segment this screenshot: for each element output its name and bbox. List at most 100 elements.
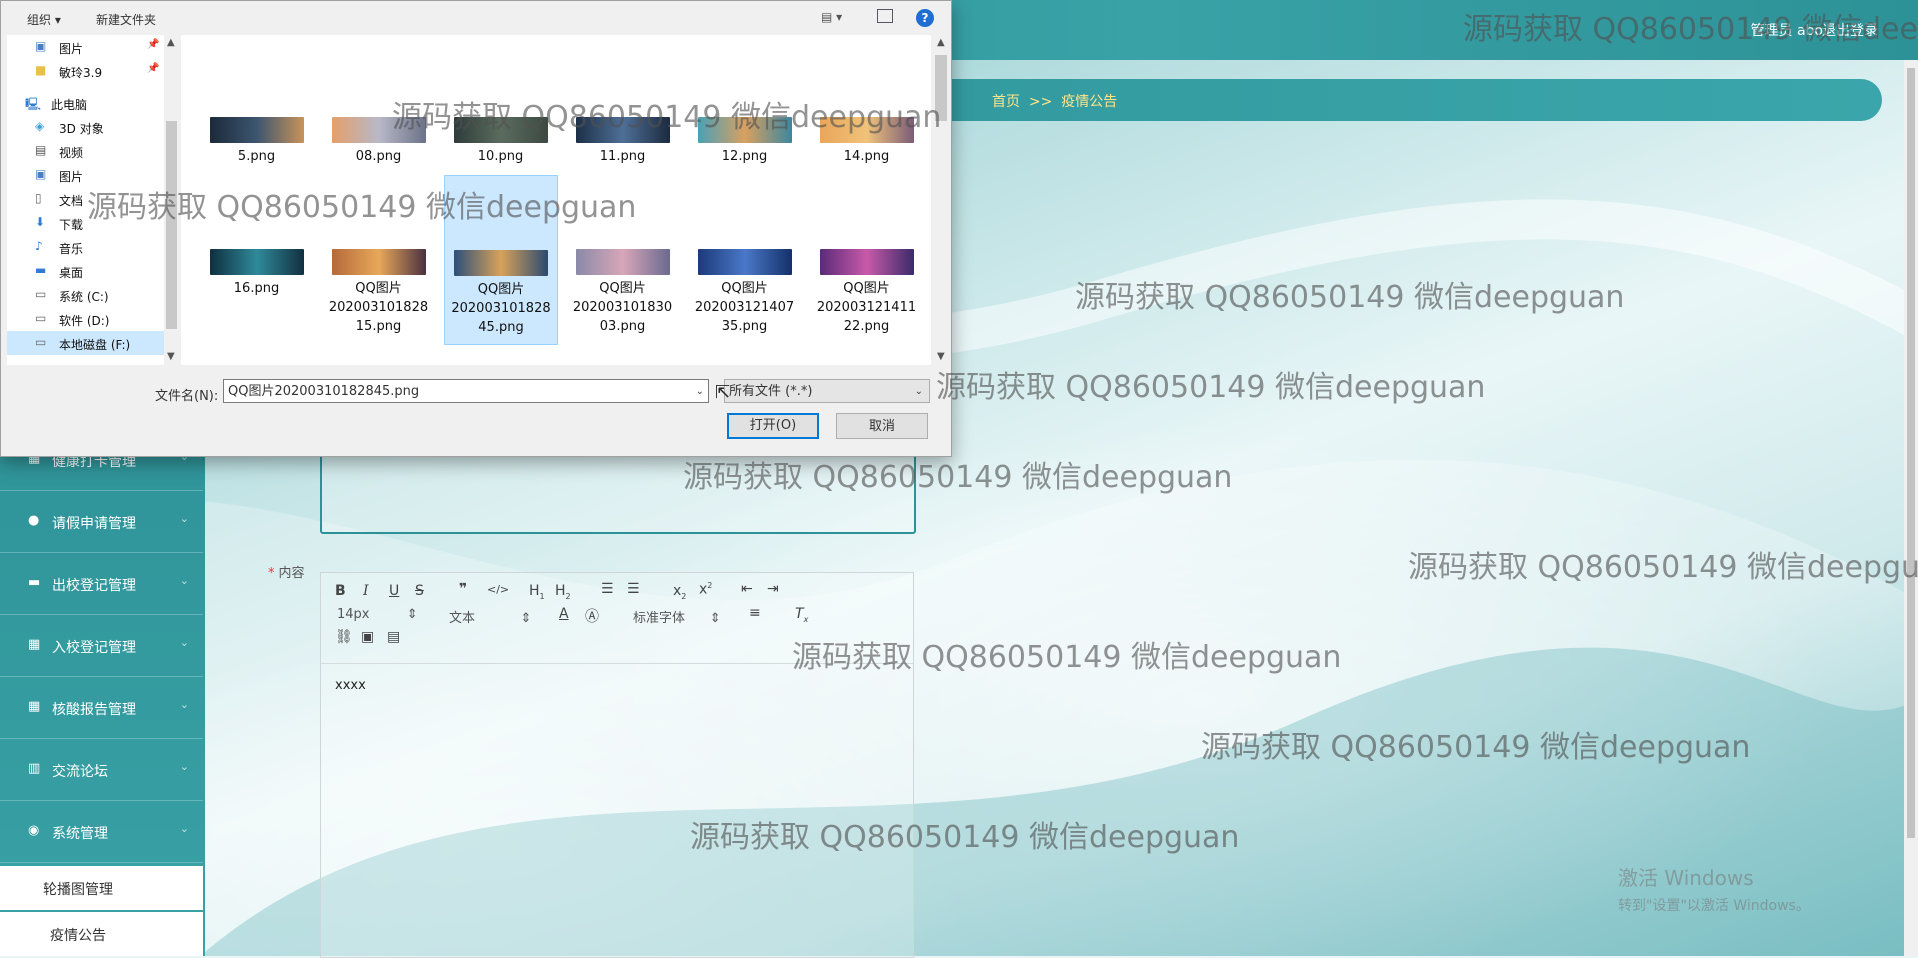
image-icon[interactable]: ▣	[361, 629, 374, 645]
outdent-icon[interactable]: ⇤	[741, 581, 753, 597]
indent-icon[interactable]: ⇥	[767, 581, 779, 597]
file-name: 11.png	[599, 149, 646, 164]
nav-item-drive-d[interactable]: ▭ 软件 (D:)	[7, 307, 167, 331]
link-icon[interactable]: ⛓	[335, 629, 353, 645]
file-thumbnail	[575, 249, 670, 275]
breadcrumb-home[interactable]: 首页	[992, 94, 1020, 110]
open-button[interactable]: 打开(O)	[727, 413, 819, 439]
breadcrumb-current: 疫情公告	[1061, 94, 1118, 110]
nav-item-music[interactable]: ♪ 音乐	[7, 235, 167, 259]
pin-icon: ◉	[28, 823, 40, 838]
nav-item-3d-objects[interactable]: ◈ 3D 对象	[7, 115, 167, 139]
heading1-icon[interactable]: H1	[529, 583, 545, 601]
sidebar-item-nucleic-report[interactable]: ▦ 核酸报告管理 ⌄	[0, 678, 203, 739]
file-item[interactable]: 12.png	[692, 117, 797, 166]
bold-icon[interactable]: B	[335, 583, 346, 599]
background-color-icon[interactable]: Ⓐ	[585, 606, 599, 626]
file-item[interactable]: 10.png	[448, 117, 553, 166]
ordered-list-icon[interactable]: ☰	[601, 581, 614, 597]
sidebar-item-label: 入校登记管理	[52, 640, 136, 656]
organize-button[interactable]: 组织 ▾	[27, 11, 61, 28]
scrollbar-thumb[interactable]	[935, 55, 947, 121]
nav-item-videos[interactable]: ▤ 视频	[7, 139, 167, 163]
file-name: 5.png	[237, 149, 276, 164]
nav-item-this-pc[interactable]: 🖳 此电脑	[7, 91, 167, 115]
video-icon[interactable]: ▤	[387, 629, 400, 645]
scrollbar-thumb[interactable]	[166, 121, 177, 329]
clear-format-icon[interactable]: Tx	[795, 606, 808, 624]
sidebar-subitem-epidemic-notice[interactable]: 疫情公告	[0, 912, 203, 956]
scroll-up-icon[interactable]: ▲	[167, 37, 175, 48]
font-family-select[interactable]: 标准字体 ⇕	[633, 607, 721, 626]
nav-item-desktop[interactable]: ▬ 桌面	[7, 259, 167, 283]
chevron-down-icon[interactable]: ⌄	[696, 380, 704, 404]
scroll-up-icon[interactable]: ▲	[937, 37, 945, 48]
file-name: 08.png	[355, 149, 402, 164]
nav-item-pictures-quick[interactable]: ▣ 图片 📌	[7, 35, 167, 59]
nav-item-label: 此电脑	[51, 98, 88, 112]
superscript-icon[interactable]: x2	[699, 581, 712, 598]
scroll-down-icon[interactable]: ▼	[937, 351, 945, 362]
scroll-down-icon[interactable]: ▼	[167, 351, 175, 362]
logout-link[interactable]: 退出登录	[1822, 20, 1878, 40]
sidebar-item-enter-school[interactable]: ▦ 入校登记管理 ⌄	[0, 616, 203, 677]
nav-item-label: 视频	[59, 146, 84, 160]
sidebar-item-leave[interactable]: ● 请假申请管理 ⌄	[0, 492, 203, 553]
sidebar-item-system[interactable]: ◉ 系统管理 ⌄	[0, 802, 203, 863]
bullet-list-icon[interactable]: ☰	[627, 581, 640, 597]
file-thumbnail	[697, 249, 792, 275]
file-item[interactable]: 16.png	[204, 249, 309, 298]
file-item[interactable]: QQ图片 202003101830 03.png	[570, 249, 675, 336]
text-type-select[interactable]: 文本 ⇕	[449, 607, 531, 626]
underline-icon[interactable]: U	[389, 583, 399, 599]
nav-item-downloads[interactable]: ⬇ 下载	[7, 211, 167, 235]
filetype-select[interactable]: 所有文件 (*.*) ⌄	[724, 379, 930, 403]
blockquote-icon[interactable]: ❞	[459, 581, 467, 597]
editor-body-text[interactable]: xxxx	[335, 678, 366, 693]
navigation-scrollbar[interactable]: ▲ ▼	[164, 35, 179, 365]
sidebar-item-leave-school[interactable]: ▬ 出校登记管理 ⌄	[0, 554, 203, 615]
scrollbar-thumb[interactable]	[1907, 68, 1915, 838]
font-size-value: 14px	[337, 607, 370, 622]
nav-item-folder-minling[interactable]: ■ 敏玲3.9 📌	[7, 59, 167, 83]
page-scrollbar[interactable]	[1904, 60, 1918, 956]
video-icon: ▤	[35, 143, 47, 157]
file-item[interactable]: QQ图片 202003121411 22.png	[814, 249, 919, 336]
content-label-text: 内容	[278, 566, 305, 581]
nav-item-drive-f[interactable]: ▭ 本地磁盘 (F:)	[7, 331, 167, 355]
drive-icon: ▭	[35, 335, 47, 349]
file-item[interactable]: QQ图片 202003121407 35.png	[692, 249, 797, 336]
file-list-scrollbar[interactable]: ▲ ▼	[933, 35, 949, 365]
nav-item-pictures[interactable]: ▣ 图片	[7, 163, 167, 187]
activate-line1: 激活 Windows	[1618, 866, 1754, 890]
sidebar-subitem-label: 轮播图管理	[43, 882, 113, 898]
strikethrough-icon[interactable]: S	[415, 583, 424, 599]
font-size-select[interactable]: 14px ⇕	[337, 607, 418, 622]
nav-item-label: 系统 (C:)	[59, 290, 109, 304]
help-icon[interactable]: ?	[916, 9, 934, 27]
nav-item-documents[interactable]: ▯ 文档	[7, 187, 167, 211]
file-item[interactable]: 5.png	[204, 117, 309, 166]
breadcrumb-separator: >>	[1028, 94, 1053, 110]
sidebar-item-forum[interactable]: ▥ 交流论坛 ⌄	[0, 740, 203, 801]
file-item-selected[interactable]: QQ图片 202003101828 45.png	[444, 175, 558, 345]
preview-pane-icon[interactable]	[877, 9, 893, 23]
italic-icon[interactable]: I	[363, 583, 369, 599]
align-icon[interactable]: ≡	[749, 605, 761, 621]
code-icon[interactable]: </>	[487, 583, 509, 596]
font-color-icon[interactable]: A	[559, 606, 569, 622]
new-folder-button[interactable]: 新建文件夹	[96, 11, 156, 28]
cancel-button[interactable]: 取消	[836, 413, 928, 439]
sidebar-subitem-carousel[interactable]: 轮播图管理	[0, 866, 203, 910]
filename-input[interactable]: QQ图片20200310182845.png ⌄	[223, 379, 709, 403]
subscript-icon[interactable]: x2	[673, 583, 686, 601]
file-item[interactable]: 11.png	[570, 117, 675, 166]
heading2-icon[interactable]: H2	[555, 583, 571, 601]
nav-item-drive-c[interactable]: ▭ 系统 (C:)	[7, 283, 167, 307]
document-icon: ▯	[35, 191, 42, 205]
file-item[interactable]: 14.png	[814, 117, 919, 166]
file-item[interactable]: 08.png	[326, 117, 431, 166]
music-icon: ♪	[35, 239, 43, 253]
view-options-icon[interactable]: ▤ ▾	[821, 10, 842, 24]
file-item[interactable]: QQ图片 202003101828 15.png	[326, 249, 431, 336]
